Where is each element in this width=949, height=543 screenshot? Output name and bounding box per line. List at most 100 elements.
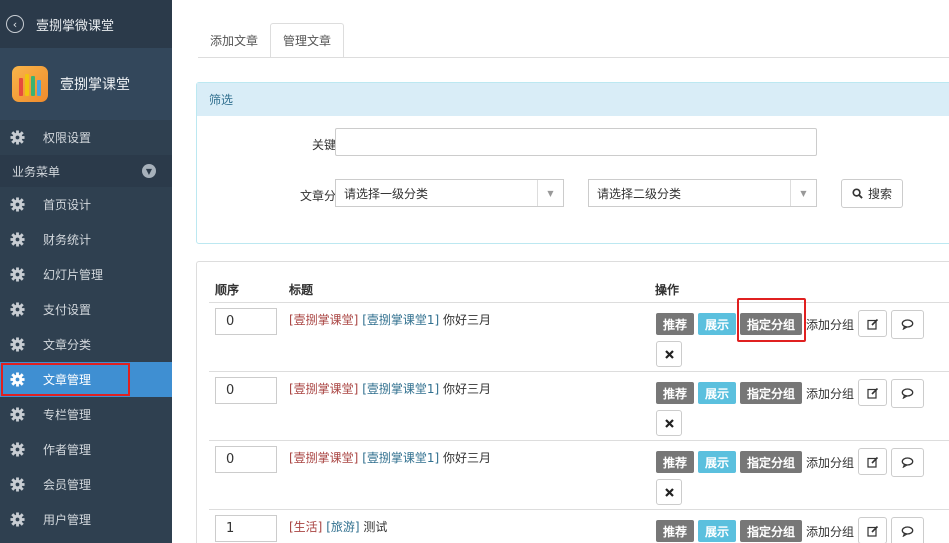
show-button[interactable]: 展示 — [698, 382, 737, 404]
back-icon[interactable]: ‹ — [6, 15, 24, 33]
sidebar-item-8[interactable]: 作者管理 — [0, 432, 172, 467]
tab-bar: 添加文章 管理文章 — [198, 23, 345, 58]
edit-icon — [866, 318, 878, 330]
sidebar-item-2[interactable]: 财务统计 — [0, 222, 172, 257]
highlight-box — [737, 298, 806, 342]
keyword-input[interactable] — [335, 128, 817, 156]
sidebar-item-label: 专栏管理 — [43, 408, 92, 422]
sidebar-item-3[interactable]: 幻灯片管理 — [0, 257, 172, 292]
sidebar-item-permissions[interactable]: 权限设置 — [0, 120, 172, 155]
category1-select[interactable]: 请选择一级分类 ▼ — [335, 179, 564, 207]
delete-button[interactable] — [656, 341, 682, 367]
assign-group-button[interactable]: 指定分组 — [740, 451, 803, 473]
sidebar-item-6[interactable]: 文章管理 — [0, 362, 131, 397]
order-input[interactable]: 1 — [215, 515, 277, 542]
chevron-down-icon: ▼ — [142, 164, 156, 178]
category2-value: 请选择二级分类 — [597, 186, 682, 201]
comment-button[interactable] — [891, 517, 924, 543]
tab-divider — [198, 57, 949, 58]
recommend-button[interactable]: 推荐 — [656, 520, 695, 542]
sidebar-item-label: 会员管理 — [43, 478, 92, 492]
menu-group-business[interactable]: 业务菜单 ▼ — [0, 155, 172, 187]
article-title[interactable]: [壹捌掌课堂] [壹捌掌课堂1] 你好三月 — [289, 380, 491, 397]
sidebar-item-10[interactable]: 用户管理 — [0, 502, 172, 537]
assign-group-button[interactable]: 指定分组 — [740, 520, 803, 542]
search-button[interactable]: 搜索 — [841, 179, 904, 208]
main-content: 添加文章 管理文章 筛选 关键字 文章分类 请选择一级分类 ▼ 请选择二级分类 … — [172, 0, 949, 543]
menu-group-label: 业务菜单 — [12, 164, 61, 179]
edit-button[interactable] — [858, 517, 887, 543]
tab-manage-article[interactable]: 管理文章 — [270, 23, 345, 58]
show-button[interactable]: 展示 — [698, 313, 737, 335]
sidebar-item-4[interactable]: 支付设置 — [0, 292, 172, 327]
order-input[interactable]: 0 — [215, 377, 277, 404]
add-group-link[interactable]: 添加分组 — [806, 385, 854, 402]
category2-select[interactable]: 请选择二级分类 ▼ — [588, 179, 817, 207]
sidebar-item-label: 幻灯片管理 — [43, 268, 104, 282]
edit-button[interactable] — [858, 379, 887, 406]
category1-tag: [生活] — [289, 520, 323, 534]
sidebar-item-1[interactable]: 首页设计 — [0, 187, 172, 222]
search-icon — [852, 188, 863, 199]
gear-icon — [10, 302, 25, 317]
delete-button[interactable] — [656, 479, 682, 505]
add-group-link[interactable]: 添加分组 — [806, 454, 854, 471]
category1-tag: [壹捌掌课堂] — [289, 313, 359, 327]
sidebar-item-label: 权限设置 — [43, 131, 92, 145]
comment-button[interactable] — [891, 310, 924, 339]
sidebar-item-7[interactable]: 专栏管理 — [0, 397, 172, 432]
comment-icon — [901, 388, 914, 399]
add-group-link[interactable]: 添加分组 — [806, 316, 854, 333]
category2-tag: [壹捌掌课堂1] — [362, 382, 440, 396]
gear-icon — [10, 442, 25, 457]
order-input[interactable]: 0 — [215, 308, 277, 335]
comment-button[interactable] — [891, 448, 924, 477]
tab-add-article[interactable]: 添加文章 — [198, 23, 270, 58]
category2-tag: [壹捌掌课堂1] — [362, 313, 440, 327]
delete-button[interactable] — [656, 410, 682, 436]
close-icon — [664, 418, 674, 428]
recommend-button[interactable]: 推荐 — [656, 313, 695, 335]
show-button[interactable]: 展示 — [698, 451, 737, 473]
gear-icon — [10, 197, 25, 212]
gear-icon — [10, 477, 25, 492]
gear-icon — [10, 267, 25, 282]
category2-tag: [壹捌掌课堂1] — [362, 451, 440, 465]
title-text: 测试 — [363, 520, 388, 534]
category1-value: 请选择一级分类 — [344, 186, 429, 201]
sidebar: ‹ 壹捌掌微课堂 壹捌掌课堂 权限设置 业务菜单 ▼ 首页设计 财务统计幻灯片管理… — [0, 0, 172, 543]
add-group-link[interactable]: 添加分组 — [806, 523, 854, 540]
comment-icon — [901, 319, 914, 330]
sidebar-item-9[interactable]: 会员管理 — [0, 467, 172, 502]
sidebar-item-5[interactable]: 文章分类 — [0, 327, 172, 362]
recommend-button[interactable]: 推荐 — [656, 451, 695, 473]
close-icon — [664, 487, 674, 497]
title-text: 你好三月 — [443, 382, 492, 396]
comment-icon — [901, 457, 914, 468]
row-divider — [209, 509, 949, 510]
header-title: 标题 — [289, 283, 314, 297]
order-input[interactable]: 0 — [215, 446, 277, 473]
sidebar-header: ‹ 壹捌掌微课堂 — [0, 0, 172, 48]
comment-button[interactable] — [891, 379, 924, 408]
assign-group-button[interactable]: 指定分组 — [740, 382, 803, 404]
sidebar-item-label: 支付设置 — [43, 303, 92, 317]
article-title[interactable]: [壹捌掌课堂] [壹捌掌课堂1] 你好三月 — [289, 311, 491, 328]
brand: 壹捌掌课堂 — [0, 48, 172, 120]
gear-icon — [10, 337, 25, 352]
edit-button[interactable] — [858, 310, 887, 337]
title-text: 你好三月 — [443, 451, 492, 465]
gear-icon — [10, 130, 25, 145]
gear-icon — [10, 407, 25, 422]
show-button[interactable]: 展示 — [698, 520, 737, 542]
gear-icon — [10, 512, 25, 527]
edit-button[interactable] — [858, 448, 887, 475]
article-list-panel: 顺序 标题 操作 0 [壹捌掌课堂] [壹捌掌课堂1] 你好三月 推荐 展示 指定分组添… — [196, 261, 949, 543]
sidebar-item-label: 用户管理 — [43, 513, 92, 527]
article-title[interactable]: [生活] [旅游] 测试 — [289, 518, 387, 535]
category2-tag: [旅游] — [326, 520, 360, 534]
category1-tag: [壹捌掌课堂] — [289, 382, 359, 396]
recommend-button[interactable]: 推荐 — [656, 382, 695, 404]
brand-logo — [12, 66, 48, 102]
article-title[interactable]: [壹捌掌课堂] [壹捌掌课堂1] 你好三月 — [289, 449, 491, 466]
